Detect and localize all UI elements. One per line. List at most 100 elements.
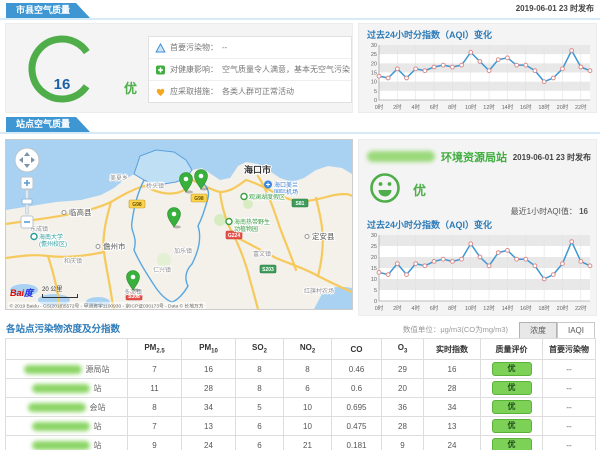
station-name-cell: 站 [6, 436, 128, 450]
station-name-cell: 站 [6, 379, 128, 398]
map-label: 海口市 [244, 164, 271, 175]
svg-text:0: 0 [374, 98, 377, 104]
station-aqi-level: 优 [413, 180, 426, 199]
map-label: 桥头镇 [146, 182, 164, 190]
unit-note: 数值单位：μg/m3(CO为mg/m3) [403, 324, 508, 335]
map-zoom-slider-handle[interactable] [22, 199, 32, 204]
value-cell: 34 [424, 398, 481, 417]
map-label: 加乐镇 [174, 247, 192, 255]
quality-badge: 优 [492, 362, 532, 376]
column-header: O3 [382, 339, 424, 360]
rating-cell: 优 [481, 360, 543, 379]
info-label: 对健康影响： [170, 64, 218, 75]
aqi-chart-city: 0510152025300时2时4时6时8时10时12时14时16时18时20时… [363, 41, 594, 112]
column-header: NO2 [284, 339, 332, 360]
map-label: 海南大学(儋州校区) [39, 233, 67, 248]
column-header: 实时指数 [424, 339, 481, 360]
rating-cell: 优 [481, 398, 543, 417]
value-cell: 0.181 [332, 436, 382, 450]
svg-text:14时: 14时 [502, 103, 514, 111]
toggle-iaqi[interactable]: IAQI [557, 322, 595, 339]
value-cell: 28 [382, 417, 424, 436]
svg-text:6时: 6时 [430, 103, 439, 111]
map-attribution: © 2019 Baidu - GS(2018)5572号 - 甲测资字11009… [8, 302, 205, 309]
quality-badge: 优 [492, 419, 532, 433]
station-publish-time: 2019-06-01 23 时发布 [513, 152, 591, 163]
quality-badge: 优 [492, 438, 532, 450]
divider [0, 18, 600, 20]
map-label: 海口美兰国际机场 [274, 181, 298, 196]
column-header: PM2.5 [128, 339, 182, 360]
info-label: 应采取措施： [170, 86, 218, 97]
station-detail-panel: 环境资源局站 2019-06-01 23 时发布 优 最近1小时AQI值： 16… [358, 139, 597, 316]
column-header: 质量评价 [481, 339, 543, 360]
city-aqi-value: 16 [24, 76, 100, 93]
svg-text:20: 20 [371, 61, 377, 67]
map-label: 临高县 [69, 207, 92, 217]
svg-text:2时: 2时 [393, 304, 402, 312]
info-row-primary-pollutant: 首要污染物： -- [149, 37, 351, 59]
svg-text:20时: 20时 [557, 103, 569, 111]
svg-text:0时: 0时 [375, 103, 384, 111]
svg-text:10: 10 [371, 277, 377, 283]
city-chart-title: 过去24小时分指数（AQI）变化 [367, 28, 492, 41]
city-aqi-level: 优 [124, 78, 137, 97]
svg-text:18时: 18时 [538, 304, 550, 312]
info-row-health: 对健康影响： 空气质量令人满意，基本无空气污染 [149, 59, 351, 81]
svg-text:16时: 16时 [520, 304, 532, 312]
station-column-header [6, 339, 128, 360]
value-mode-toggle: 浓度IAQI [519, 320, 595, 339]
svg-text:G98: G98 [132, 202, 142, 208]
table-header-row: PM2.5PM10SO2NO2COO3实时指数质量评价首要污染物 [6, 339, 596, 360]
map-scale: 20 公里 [42, 284, 78, 298]
city-chart-panel: 过去24小时分指数（AQI）变化 0510152025300时2时4时6时8时1… [358, 23, 597, 113]
publish-time: 2019-06-01 23 时发布 [516, 3, 594, 14]
svg-text:G98: G98 [194, 196, 204, 202]
table-row: 会站8345100.6953634优-- [6, 398, 596, 417]
value-cell: 13 [424, 417, 481, 436]
value-cell: 24 [182, 436, 236, 450]
svg-text:10时: 10时 [465, 103, 477, 111]
svg-text:15: 15 [371, 266, 377, 272]
map-zoom-in-button[interactable] [21, 177, 33, 189]
value-cell: 20 [382, 379, 424, 398]
svg-text:6时: 6时 [430, 304, 439, 312]
station-name-cell: 站 [6, 417, 128, 436]
value-cell: 16 [182, 360, 236, 379]
recent-aqi-label: 最近1小时AQI值： [511, 207, 577, 216]
column-header: CO [332, 339, 382, 360]
value-cell: 8 [284, 360, 332, 379]
primary-pollutant-cell: -- [543, 436, 596, 450]
value-cell: 0.6 [332, 379, 382, 398]
toggle-concentration[interactable]: 浓度 [519, 322, 557, 339]
value-cell: 13 [182, 417, 236, 436]
station-map[interactable]: G98G98G224S308S203S81 海口市儋州市临高县定安县桥头镇美夏乡… [5, 139, 353, 310]
svg-text:14时: 14时 [502, 304, 514, 312]
column-header: SO2 [236, 339, 284, 360]
value-cell: 6 [284, 379, 332, 398]
measures-icon [155, 87, 166, 97]
svg-text:22时: 22时 [575, 103, 587, 111]
smiley-face-icon [367, 170, 403, 206]
rating-cell: 优 [481, 436, 543, 450]
value-cell: 5 [236, 398, 284, 417]
station-name: 环境资源局站 [441, 149, 507, 165]
map-pan-control[interactable] [15, 148, 39, 172]
svg-text:15: 15 [371, 71, 377, 77]
svg-text:10: 10 [371, 80, 377, 86]
value-cell: 8 [236, 379, 284, 398]
health-impact-icon [155, 65, 166, 75]
baidu-logo: Bai度 [10, 286, 33, 299]
map-label: 定安县 [312, 231, 335, 241]
svg-text:0: 0 [374, 299, 377, 305]
map-label: 仁兴镇 [153, 266, 171, 274]
section-tab-station-label: 站点空气质量 [16, 119, 70, 129]
value-cell: 9 [382, 436, 424, 450]
map-label: 红旗村农场 [304, 287, 334, 295]
map-zoom-out-button[interactable] [21, 216, 33, 228]
map-controls [13, 147, 41, 233]
svg-text:4时: 4时 [411, 103, 420, 111]
svg-text:8时: 8时 [448, 304, 457, 312]
quality-badge: 优 [492, 381, 532, 395]
svg-text:12时: 12时 [483, 304, 495, 312]
